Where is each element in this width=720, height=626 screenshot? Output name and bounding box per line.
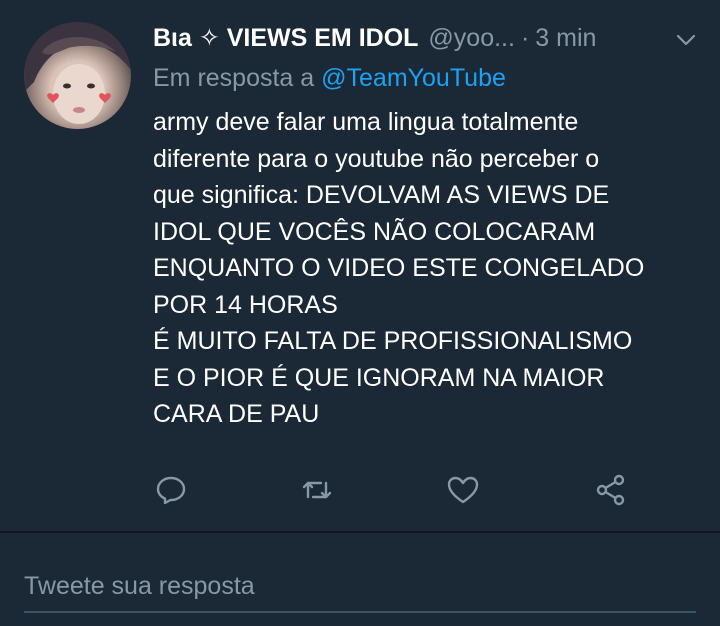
like-button[interactable] (445, 472, 481, 508)
reply-prefix: Em resposta a (153, 64, 315, 92)
reply-input[interactable] (24, 561, 696, 613)
chevron-down-icon[interactable] (674, 28, 698, 52)
tweet-text-line: POR 14 HORAS (153, 290, 338, 319)
tweet-detail-screen: Bιa ✧ VIEWS EM IDOL @yoo... · 3 min Em r… (0, 0, 720, 626)
reply-mention-link[interactable]: @TeamYouTube (321, 64, 506, 92)
tweet-text-line: army deve falar uma lingua totalmente (153, 108, 579, 136)
tweet-text-line: IDOL QUE VOCÊS NÃO COLOCARAM (153, 217, 596, 246)
tweet-actions (153, 472, 653, 512)
display-name[interactable]: Bιa ✧ VIEWS EM IDOL (153, 23, 418, 53)
reply-composer (0, 533, 720, 626)
tweet-text-line: diferente para o youtube não perceber o (153, 144, 600, 173)
retweet-icon (302, 481, 332, 499)
tweet-text: army deve falar uma lingua totalmente di… (153, 104, 713, 433)
reply-icon (156, 476, 186, 505)
tweet-text-line: CARA DE PAU (153, 400, 320, 428)
share-icon (596, 474, 625, 506)
tweet-text-line: que significa: DEVOLVAM AS VIEWS DE (153, 181, 610, 209)
tweet-text-line: ENQUANTO O VIDEO ESTE CONGELADO (153, 254, 645, 282)
share-button[interactable] (593, 472, 629, 508)
reply-button[interactable] (153, 472, 189, 508)
reply-context: Em resposta a @TeamYouTube (153, 64, 506, 93)
tweet[interactable]: Bιa ✧ VIEWS EM IDOL @yoo... · 3 min Em r… (0, 0, 720, 530)
tweet-text-line: E O PIOR É QUE IGNORAM NA MAIOR (153, 363, 605, 392)
avatar[interactable] (24, 22, 131, 129)
user-handle[interactable]: @yoo... (428, 24, 515, 53)
timestamp[interactable]: 3 min (535, 24, 596, 53)
retweet-button[interactable] (299, 472, 335, 508)
tweet-text-line: É MUITO FALTA DE PROFISSIONALISMO (153, 327, 633, 355)
heart-icon (447, 476, 479, 504)
separator-dot: · (520, 23, 530, 52)
tweet-header: Bιa ✧ VIEWS EM IDOL @yoo... · 3 min (153, 18, 703, 58)
avatar-photo (24, 22, 131, 129)
